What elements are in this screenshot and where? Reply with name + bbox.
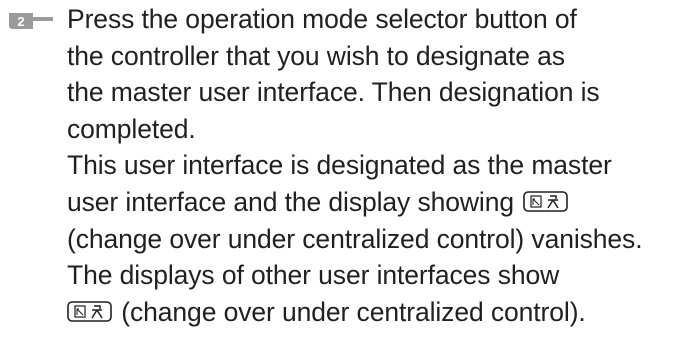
step-number: 2 (17, 14, 24, 29)
instruction-text: Press the operation mode selector button… (67, 1, 681, 330)
changeover-under-centralized-control-icon (523, 191, 569, 212)
step-number-badge-icon: 2 (7, 11, 55, 31)
changeover-under-centralized-control-icon (67, 300, 112, 322)
paragraph3-line2-text: (change over under centralized control). (114, 296, 586, 327)
paragraph2-line2-text: user interface and the display showing (67, 186, 514, 217)
paragraph1-line4: completed. (67, 113, 196, 144)
paragraph2-line2: user interface and the display showing (67, 184, 681, 221)
paragraph2-line3: (change over under centralized control) … (67, 223, 643, 254)
paragraph3-line2: (change over under centralized control). (67, 294, 681, 331)
paragraph2-line1: This user interface is designated as the… (67, 150, 612, 181)
paragraph1-line2: the controller that you wish to designat… (67, 40, 565, 71)
paragraph1-line3: the master user interface. Then designat… (67, 77, 600, 108)
paragraph1-line1: Press the operation mode selector button… (67, 4, 577, 34)
paragraph3-line1: The displays of other user interfaces sh… (67, 260, 560, 291)
